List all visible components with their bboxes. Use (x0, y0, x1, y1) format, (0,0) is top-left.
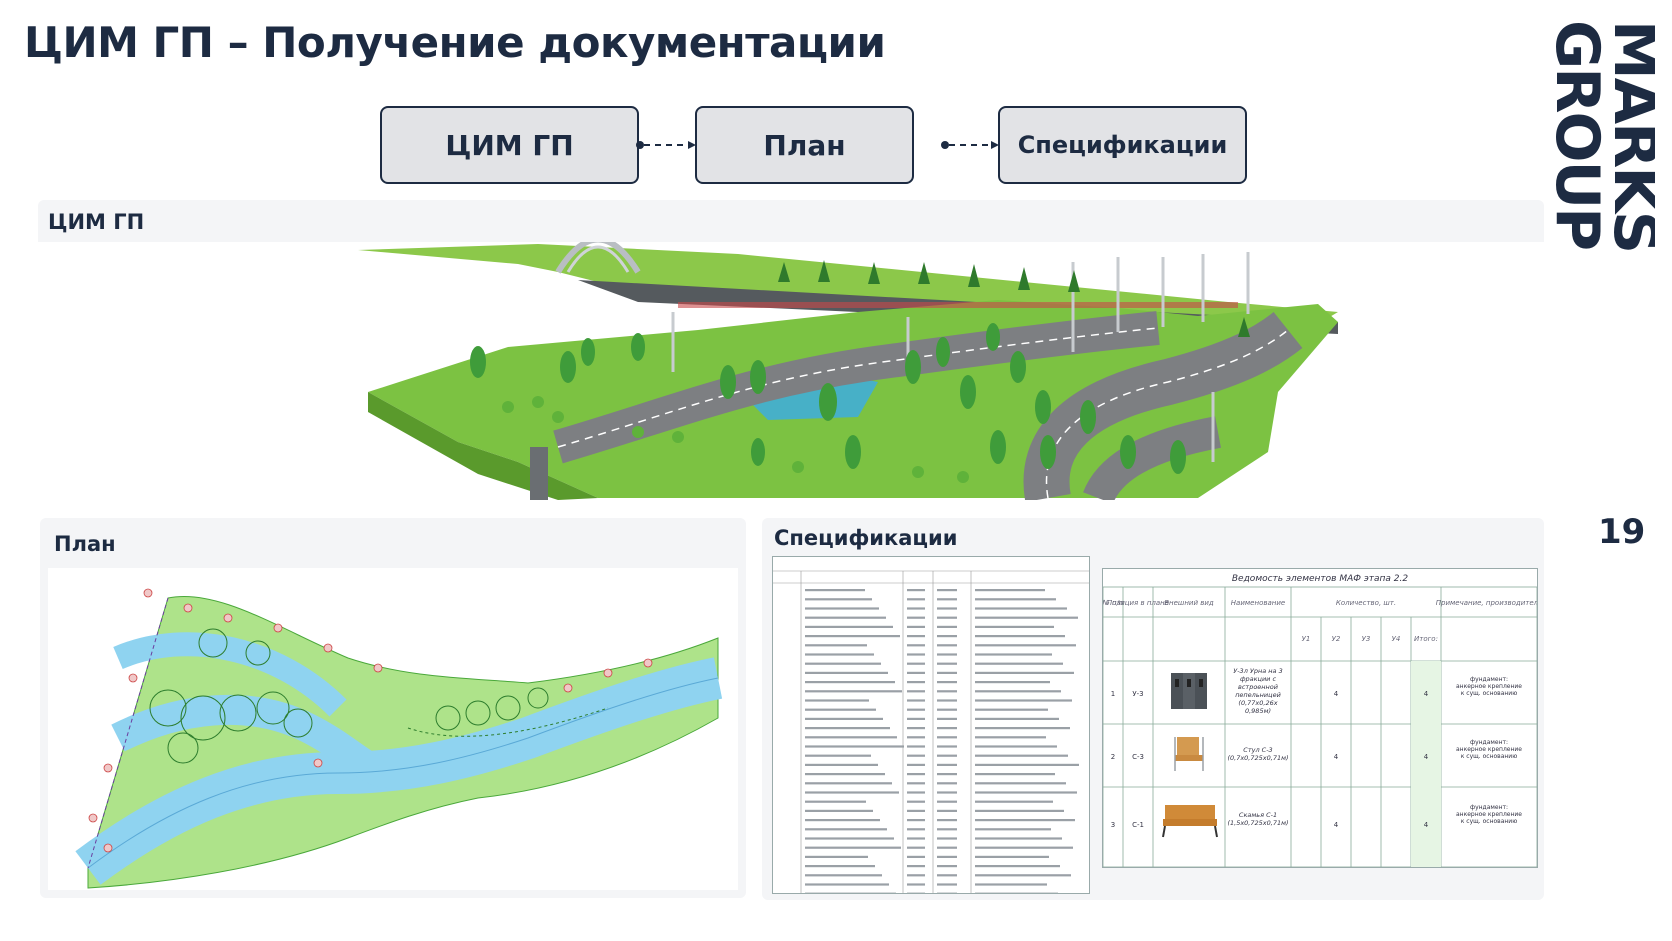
row3-name: Скамья С-1 (1,5х0,725х0,71м) (1227, 811, 1288, 827)
row3-u2: 4 (1334, 821, 1339, 829)
flow-arrow-1 (636, 141, 696, 149)
row3-total: 4 (1424, 821, 1429, 829)
bench-3d-icon (1162, 805, 1218, 838)
col-u2: У2 (1332, 635, 1341, 643)
plan-panel: План (40, 518, 746, 898)
row2-pos: С-3 (1132, 753, 1144, 761)
model-panel: ЦИМ ГП (38, 200, 1544, 505)
chair-3d-icon (1174, 737, 1204, 771)
flow-step-model: ЦИМ ГП (380, 106, 639, 184)
col-total: Итого: (1414, 635, 1438, 643)
flow-step-plan-label: План (763, 128, 846, 162)
row2-total: 4 (1424, 753, 1429, 761)
model-panel-title: ЦИМ ГП (48, 210, 145, 234)
flow-step-specs-label: Спецификации (1017, 131, 1228, 159)
flow-step-specs: Спецификации (998, 106, 1247, 184)
col-u3: У3 (1362, 635, 1371, 643)
specs-panel-title: Спецификации (774, 526, 958, 550)
maf-spec-table: Ведомость элементов МАФ этапа 2.2 № п/п … (1101, 568, 1542, 868)
urn-3d-icon (1171, 673, 1207, 709)
flow-arrow-2 (941, 141, 999, 149)
flow-step-plan: План (695, 106, 914, 184)
row3-pos: С-1 (1132, 821, 1144, 829)
col-u1: У1 (1302, 635, 1311, 643)
page-title: ЦИМ ГП – Получение документации (24, 18, 886, 67)
col-note: Примечание, производитель (1436, 599, 1537, 607)
flow-step-model-label: ЦИМ ГП (445, 128, 574, 162)
specs-panel: Спецификации Ведомость элементов МАФ эта… (762, 518, 1544, 900)
row3-num: 3 (1111, 821, 1115, 829)
col-position: Позиция в плане (1107, 599, 1169, 607)
model-3d-view (38, 236, 1544, 505)
brand-line2: GROUP (1555, 20, 1612, 249)
row1-pos: У-3 (1132, 690, 1143, 698)
spec-document-left (772, 556, 1090, 895)
page-number: 19 (1598, 512, 1646, 552)
row1-num: 1 (1111, 690, 1115, 698)
col-u4: У4 (1392, 635, 1401, 643)
row2-num: 2 (1111, 753, 1115, 761)
plan-panel-title: План (54, 532, 116, 556)
row1-total: 4 (1424, 690, 1429, 698)
plan-drawing (48, 568, 738, 890)
row2-u2: 4 (1334, 753, 1339, 761)
row3-note: фундамент: анкерное крепление к сущ. основ… (1456, 804, 1522, 825)
row2-note: фундамент: анкерное крепление к сущ. основ… (1456, 739, 1522, 760)
col-name: Наименование (1231, 599, 1285, 607)
col-qty: Количество, шт. (1336, 599, 1396, 607)
row1-note: фундамент: анкерное крепление к сущ. основ… (1456, 676, 1522, 697)
row1-u2: 4 (1334, 690, 1339, 698)
col-view: Внешний вид (1164, 599, 1214, 607)
maf-spec-title: Ведомость элементов МАФ этапа 2.2 (1232, 574, 1409, 584)
row2-name: Стул С-3 (0,7х0,725х0,71м) (1227, 746, 1288, 762)
row1-name: У-3л Урна на 3 фракции с встроенной пепельн… (1233, 667, 1282, 715)
brand-logo: MARKS GROUP (1555, 20, 1655, 320)
